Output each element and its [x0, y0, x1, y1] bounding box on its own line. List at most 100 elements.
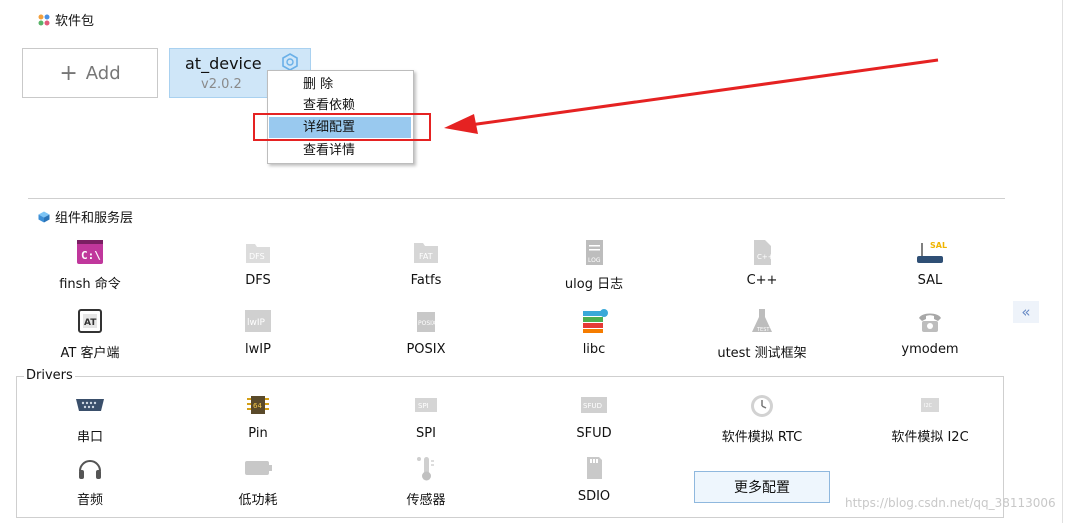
component-libc[interactable]: libc — [524, 304, 664, 357]
spi-icon: SPI — [409, 388, 443, 422]
driver-audio[interactable]: 音频 — [20, 451, 160, 508]
svg-text:SFUD: SFUD — [583, 402, 602, 410]
router-icon: SAL — [913, 235, 947, 269]
svg-text:SPI: SPI — [418, 402, 429, 410]
component-label: utest 测试框架 — [717, 346, 807, 361]
component-finsh[interactable]: C:\ finsh 命令 — [20, 235, 160, 292]
component-sal[interactable]: SAL SAL — [860, 235, 1000, 288]
svg-text:POSIX: POSIX — [418, 320, 436, 327]
component-posix[interactable]: POSIX POSIX — [356, 304, 496, 357]
components-title: 组件和服务层 — [55, 211, 134, 226]
battery-icon — [241, 451, 275, 485]
component-label: POSIX — [406, 342, 446, 357]
component-label: Fatfs — [410, 273, 442, 288]
component-lwip[interactable]: lwIP lwIP — [188, 304, 328, 357]
posix-icon: POSIX — [409, 304, 443, 338]
svg-text:64: 64 — [253, 402, 262, 410]
driver-serial[interactable]: 串口 — [20, 388, 160, 445]
plus-icon: + — [59, 60, 78, 86]
drivers-title: Drivers — [24, 368, 75, 383]
log-file-icon: LOG — [577, 235, 611, 269]
driver-soft-rtc[interactable]: 软件模拟 RTC — [692, 388, 832, 445]
driver-label: 软件模拟 I2C — [891, 430, 969, 445]
lwip-icon: lwIP — [241, 304, 275, 338]
driver-label: SFUD — [576, 426, 612, 441]
headphones-icon — [73, 451, 107, 485]
driver-pin[interactable]: 64 Pin — [188, 388, 328, 441]
driver-soft-i2c[interactable]: I2C 软件模拟 I2C — [860, 388, 1000, 445]
cube-icon — [38, 211, 50, 222]
svg-text:C:\: C:\ — [81, 249, 101, 262]
driver-label: 低功耗 — [238, 493, 278, 508]
annotation-highlight-box — [253, 113, 431, 141]
packages-title: 软件包 — [55, 14, 95, 29]
flask-icon: TEST — [745, 304, 779, 338]
component-cpp[interactable]: C++ C++ — [692, 235, 832, 288]
collapse-panel-button[interactable]: « — [1013, 301, 1039, 323]
component-label: ulog 日志 — [564, 277, 624, 292]
books-icon — [577, 304, 611, 338]
svg-text:FAT: FAT — [419, 252, 433, 261]
component-label: libc — [582, 342, 606, 357]
svg-text:lwIP: lwIP — [247, 318, 266, 328]
package-name: at_device — [185, 54, 262, 73]
component-dfs[interactable]: DFS DFS — [188, 235, 328, 288]
watermark: https://blog.csdn.net/qq_38113006 — [845, 496, 1056, 510]
component-ymodem[interactable]: ymodem — [860, 304, 1000, 357]
package-version: v2.0.2 — [201, 77, 242, 92]
packages-icon — [38, 14, 50, 25]
sfud-icon: SFUD — [577, 388, 611, 422]
component-label: DFS — [245, 273, 271, 288]
svg-text:LOG: LOG — [588, 257, 601, 264]
driver-label: 软件模拟 RTC — [721, 430, 803, 445]
settings-icon[interactable] — [280, 52, 300, 72]
driver-label: Pin — [248, 426, 268, 441]
driver-sensor[interactable]: 传感器 — [356, 451, 496, 508]
driver-sdio[interactable]: SDIO — [524, 451, 664, 504]
telephone-icon — [913, 304, 947, 338]
add-label: Add — [85, 62, 121, 84]
component-label: finsh 命令 — [59, 277, 121, 292]
driver-label: 音频 — [76, 493, 103, 508]
component-label: C++ — [746, 273, 778, 288]
serial-port-icon — [73, 388, 107, 422]
driver-label: 串口 — [76, 430, 103, 445]
menu-item-view-details[interactable]: 查看详情 — [269, 140, 411, 161]
panel-edge — [1062, 0, 1063, 523]
driver-label: SPI — [416, 426, 436, 441]
add-package-button[interactable]: + Add — [22, 48, 158, 98]
alarm-clock-icon — [745, 388, 779, 422]
driver-low-power[interactable]: 低功耗 — [188, 451, 328, 508]
component-label: lwIP — [245, 342, 271, 357]
svg-text:AT: AT — [84, 318, 97, 328]
svg-text:C++: C++ — [757, 253, 774, 261]
driver-label: SDIO — [577, 489, 611, 504]
i2c-icon: I2C — [913, 388, 947, 422]
component-at-client[interactable]: AT AT 客户端 — [20, 304, 160, 361]
driver-label: 传感器 — [406, 493, 446, 508]
driver-spi[interactable]: SPI SPI — [356, 388, 496, 441]
folder-icon: DFS — [241, 235, 275, 269]
svg-text:I2C: I2C — [924, 403, 933, 409]
component-utest[interactable]: TEST utest 测试框架 — [692, 304, 832, 361]
fat-folder-icon: FAT — [409, 235, 443, 269]
components-header: 组件和服务层 — [38, 207, 133, 226]
component-label: AT 客户端 — [60, 346, 120, 361]
chip-icon: 64 — [241, 388, 275, 422]
svg-text:SAL: SAL — [930, 241, 947, 250]
cpp-file-icon: C++ — [745, 235, 779, 269]
menu-item-delete[interactable]: 删 除 — [269, 74, 411, 95]
annotation-arrow — [444, 58, 939, 134]
driver-sfud[interactable]: SFUD SFUD — [524, 388, 664, 441]
terminal-icon: C:\ — [73, 235, 107, 269]
svg-text:DFS: DFS — [249, 252, 265, 261]
sd-card-icon — [577, 451, 611, 485]
svg-text:TEST: TEST — [756, 327, 770, 333]
thermometer-icon — [409, 451, 443, 485]
section-divider — [28, 198, 1005, 199]
component-label: ymodem — [901, 342, 959, 357]
component-fatfs[interactable]: FAT Fatfs — [356, 235, 496, 288]
component-label: SAL — [917, 273, 943, 288]
component-ulog[interactable]: LOG ulog 日志 — [524, 235, 664, 292]
more-config-button[interactable]: 更多配置 — [694, 471, 830, 503]
